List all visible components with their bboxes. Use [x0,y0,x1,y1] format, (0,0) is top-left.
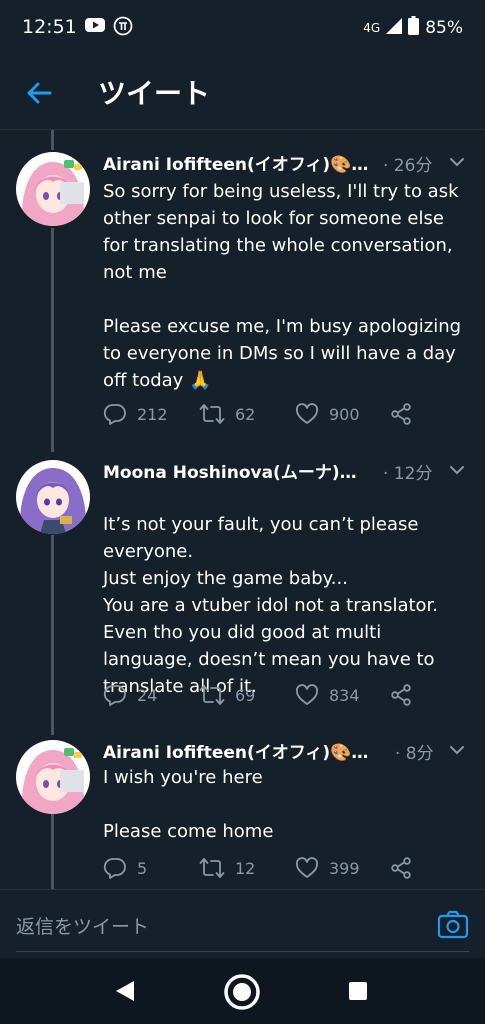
like-count: 900 [329,404,360,424]
nav-home-icon[interactable] [222,972,262,1016]
tweet-time: · 8分 [395,744,434,764]
tweet-paragraph: So sorry for being useless, I'll try to … [103,181,459,283]
tweet-actions: 5 12 399 [103,856,473,886]
network-label: 4G [363,20,381,35]
retweet-count: 62 [235,404,256,424]
share-button[interactable] [389,856,413,880]
heart-icon [295,683,319,707]
retweet-button[interactable]: 12 [199,856,255,880]
like-button[interactable]: 900 [295,402,360,426]
reply-button[interactable]: 5 [103,856,147,880]
like-button[interactable]: 399 [295,856,360,880]
reply-count: 24 [137,685,158,705]
chevron-down-icon[interactable] [447,460,467,480]
share-icon [389,683,413,707]
display-name[interactable]: Airani Iofifteen(イオフィ)🎨… [103,150,368,175]
display-name[interactable]: Moona Hoshinova(ムーナ)… [103,458,357,483]
top-app-bar: ツイート [0,56,485,130]
reply-count: 5 [137,858,148,878]
share-button[interactable] [389,402,413,426]
nav-recents-icon[interactable] [348,981,368,1005]
tweet-text: I wish you're here Please come home [103,764,473,845]
tweet-actions: 24 69 834 [103,683,473,713]
heart-icon [295,856,319,880]
reply-count: 212 [137,404,168,424]
reply-icon [103,402,127,426]
reply-button[interactable]: 24 [103,683,157,707]
camera-icon[interactable] [437,910,469,940]
retweet-icon [199,856,225,880]
battery-icon [408,16,420,39]
retweet-button[interactable]: 69 [199,683,255,707]
tweet-paragraph: I wish you're here [103,767,263,788]
tweet-header: Airani Iofifteen(イオフィ)🎨… · 8分 [103,738,473,766]
page-title: ツイート [98,77,211,110]
avatar[interactable] [16,460,90,534]
tweet-text: So sorry for being useless, I'll try to … [103,178,473,394]
retweet-button[interactable]: 62 [199,402,255,426]
share-icon [389,402,413,426]
battery-percent: 85% [425,17,463,38]
reply-input[interactable]: 返信をツイート [16,912,149,939]
pi-app-icon [113,16,133,40]
tweet-header: Moona Hoshinova(ムーナ)… · 12分 [103,458,473,486]
tweet-time: · 26分 [383,156,433,176]
avatar[interactable] [16,740,90,814]
avatar[interactable] [16,152,90,226]
tweet-paragraph: Please come home [103,821,274,842]
reply-bar: 返信をツイート [0,889,485,956]
like-count: 834 [329,685,360,705]
signal-icon [386,17,403,38]
status-time: 12:51 [22,16,77,38]
reply-underline [16,951,469,952]
reply-icon [103,683,127,707]
thread-line-top [51,130,54,150]
reply-button[interactable]: 212 [103,402,168,426]
like-count: 399 [329,858,360,878]
arrow-left-icon[interactable] [24,78,54,108]
tweet-1[interactable]: Airani Iofifteen(イオフィ)🎨… · 26分 So sorry … [0,150,485,440]
retweet-icon [199,683,225,707]
retweet-count: 69 [235,685,256,705]
tweet-paragraph: It’s not your fault, you can’t please ev… [103,514,439,697]
retweet-count: 12 [235,858,256,878]
status-right: 4G 85% [363,16,463,39]
share-icon [389,856,413,880]
tweet-header: Airani Iofifteen(イオフィ)🎨… · 26分 [103,150,473,178]
share-button[interactable] [389,683,413,707]
chevron-down-icon[interactable] [447,152,467,172]
tweet-time: · 12分 [383,464,433,484]
display-name[interactable]: Airani Iofifteen(イオフィ)🎨… [103,738,368,763]
tweet-3[interactable]: Airani Iofifteen(イオフィ)🎨… · 8分 I wish you… [0,738,485,888]
status-bar: 12:51 4G 85% [0,0,485,56]
like-button[interactable]: 834 [295,683,360,707]
youtube-icon [84,16,106,38]
tweet-paragraph: Please excuse me, I'm busy apologizing t… [103,316,462,391]
nav-back-icon[interactable] [114,980,136,1006]
tweet-actions: 212 62 900 [103,402,473,432]
system-nav-bar [0,958,485,1024]
tweet-2[interactable]: Moona Hoshinova(ムーナ)… · 12分 It’s not you… [0,458,485,723]
heart-icon [295,402,319,426]
reply-icon [103,856,127,880]
chevron-down-icon[interactable] [447,740,467,760]
retweet-icon [199,402,225,426]
